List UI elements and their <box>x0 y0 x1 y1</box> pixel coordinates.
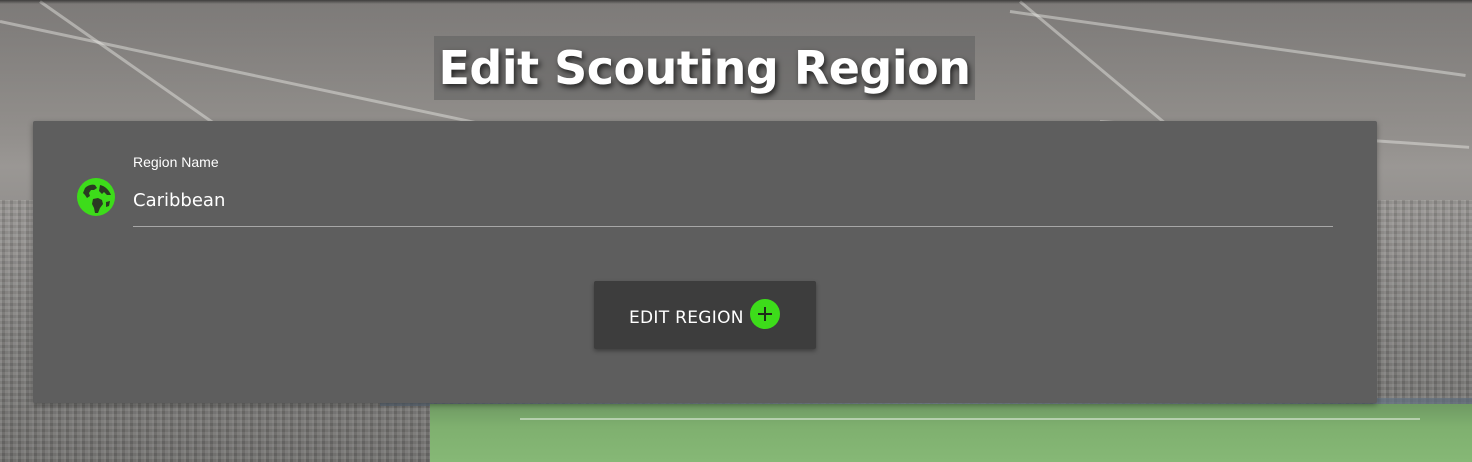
plus-circle-icon <box>750 299 780 329</box>
edit-region-card <box>33 121 1377 403</box>
top-shadow <box>0 0 1472 4</box>
edit-region-button-label: EDIT REGION <box>629 308 744 328</box>
page: Edit Scouting Region Region Name EDIT RE… <box>0 0 1472 462</box>
region-name-input[interactable] <box>133 184 1333 227</box>
globe-icon <box>77 178 115 216</box>
region-name-label: Region Name <box>133 154 219 170</box>
page-title: Edit Scouting Region <box>438 41 971 95</box>
edit-region-button[interactable]: EDIT REGION <box>594 281 816 349</box>
pitch-lines <box>520 418 1420 462</box>
